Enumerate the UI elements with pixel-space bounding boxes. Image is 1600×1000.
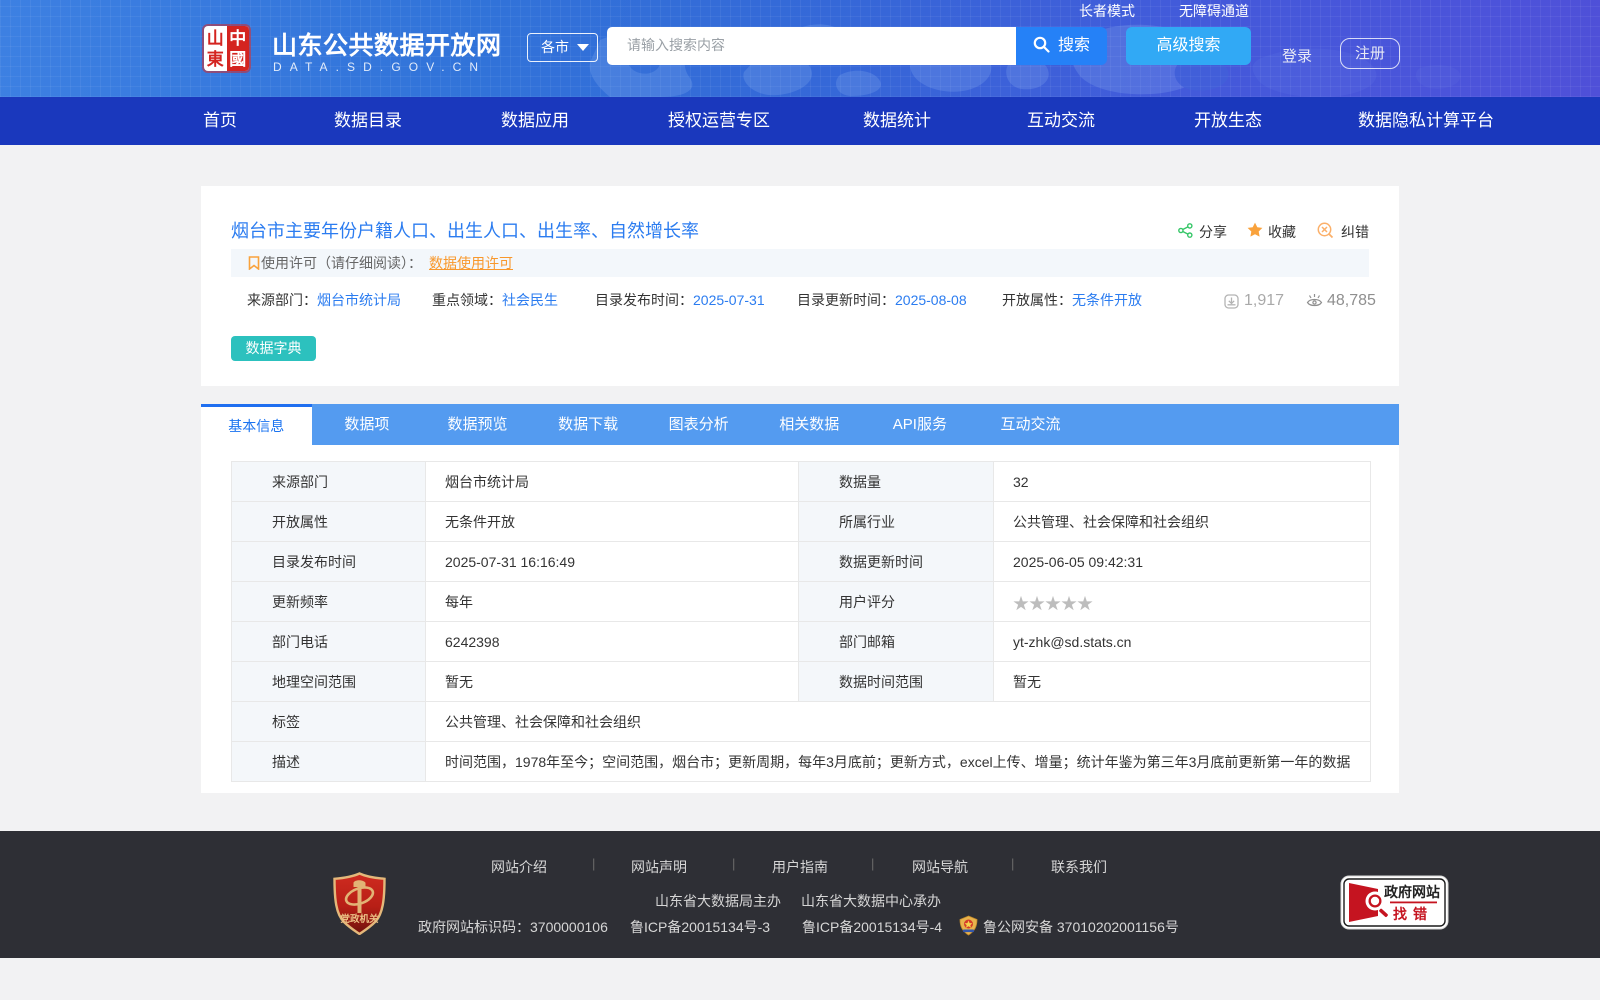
svg-text:政府网站: 政府网站: [1384, 884, 1440, 900]
svg-text:党政机关: 党政机关: [340, 913, 379, 925]
svg-text:找错: 找错: [1393, 906, 1433, 922]
